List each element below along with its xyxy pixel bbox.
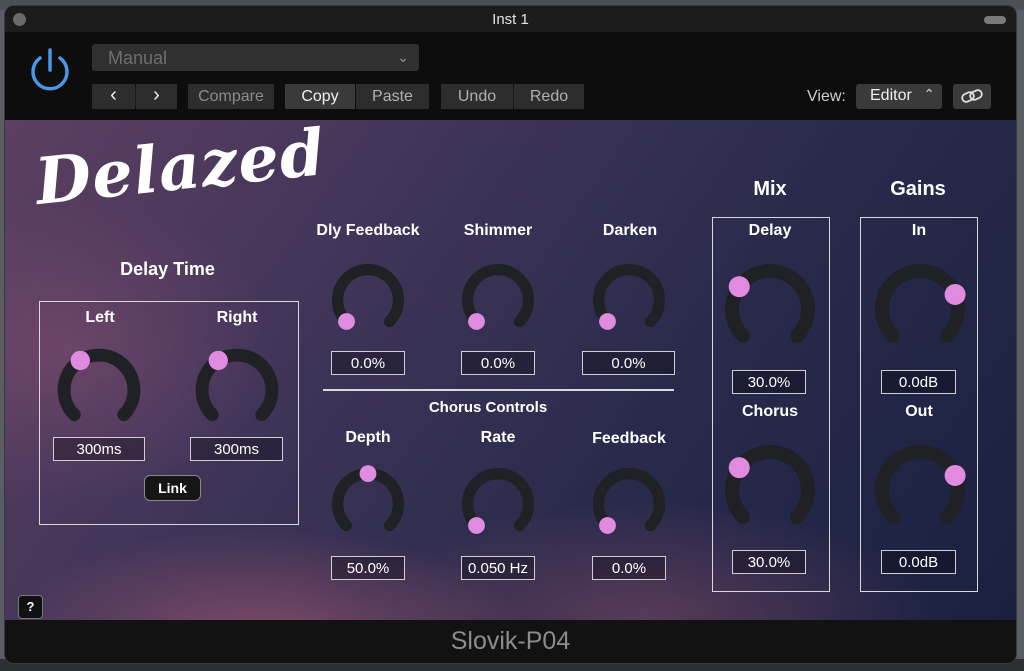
view-dropdown[interactable]: Editor ⌃ <box>856 84 942 109</box>
knob-graphic <box>875 264 966 343</box>
gains-title: Gains <box>890 178 946 200</box>
feedback-label: Feedback <box>592 430 666 447</box>
previous-preset-button[interactable]: ‹ <box>92 84 135 109</box>
knob-graphic <box>57 348 141 422</box>
knob-indicator <box>599 517 616 534</box>
depth-value[interactable]: 50.0% <box>331 556 405 580</box>
knob-graphic <box>593 468 665 534</box>
mix-chorus-knob[interactable] <box>720 440 820 545</box>
rate-label: Rate <box>480 429 516 446</box>
knob-track <box>875 445 965 524</box>
knob-indicator <box>944 283 966 305</box>
knob-indicator <box>728 276 750 298</box>
paste-button[interactable]: Paste <box>356 84 429 109</box>
footer-plugin-name: Slovik-P04 <box>5 620 1016 663</box>
compare-button[interactable]: Compare <box>188 84 274 109</box>
knob-graphic <box>725 264 815 343</box>
help-button[interactable]: ? <box>18 595 43 619</box>
shimmer-knob[interactable] <box>458 260 538 345</box>
plugin-logo: Delazed <box>31 120 329 220</box>
redo-button[interactable]: Redo <box>514 84 584 109</box>
delay-left-value[interactable]: 300ms <box>53 437 145 461</box>
darken-label: Darken <box>602 222 658 239</box>
knob-indicator <box>944 464 966 486</box>
depth-label: Depth <box>345 429 391 446</box>
darken-knob[interactable] <box>589 260 669 345</box>
knob-indicator <box>359 465 377 482</box>
link-button[interactable]: Link <box>144 475 201 501</box>
window-title: Inst 1 <box>492 11 529 28</box>
dly-feedback-value[interactable]: 0.0% <box>331 351 405 375</box>
link-toggle-button[interactable] <box>953 84 991 109</box>
gain-in-value[interactable]: 0.0dB <box>881 370 956 394</box>
chorus-controls-title: Chorus Controls <box>428 399 548 416</box>
knob-indicator <box>599 313 616 330</box>
mix-delay-value[interactable]: 30.0% <box>732 370 806 394</box>
power-icon <box>31 48 69 91</box>
knob-graphic <box>195 348 279 422</box>
knob-track <box>875 264 965 343</box>
delay-right-value[interactable]: 300ms <box>190 437 283 461</box>
section-divider <box>323 389 674 391</box>
rate-value[interactable]: 0.050 Hz <box>461 556 535 580</box>
knob-indicator <box>208 350 228 371</box>
knob-graphic <box>593 264 665 330</box>
darken-value[interactable]: 0.0% <box>582 351 675 375</box>
knob-graphic <box>332 465 404 532</box>
plugin-editor: Delazed Delay Time Left Right 300ms 300m… <box>5 120 1016 620</box>
window-resize-icon[interactable] <box>984 16 1006 24</box>
delay-left-knob[interactable] <box>53 344 145 441</box>
view-label: View: <box>807 88 846 105</box>
knob-graphic <box>462 264 534 330</box>
delay-right-label: Right <box>216 309 258 326</box>
dly-feedback-knob[interactable] <box>328 260 408 345</box>
knob-graphic <box>462 468 534 534</box>
knob-graphic <box>332 264 404 330</box>
link-icon <box>961 89 983 103</box>
gain-out-label: Out <box>905 403 933 420</box>
shimmer-value[interactable]: 0.0% <box>461 351 535 375</box>
mix-title: Mix <box>753 178 787 200</box>
dly-feedback-label: Dly Feedback <box>316 222 420 239</box>
gain-out-knob[interactable] <box>870 440 970 545</box>
delay-time-title: Delay Time <box>120 259 215 279</box>
mix-chorus-value[interactable]: 30.0% <box>732 550 806 574</box>
gain-out-value[interactable]: 0.0dB <box>881 550 956 574</box>
knob-indicator <box>468 517 485 534</box>
shimmer-label: Shimmer <box>463 222 533 239</box>
next-preset-button[interactable]: › <box>136 84 177 109</box>
feedback-knob[interactable] <box>589 464 669 549</box>
knob-indicator <box>468 313 485 330</box>
knob-graphic <box>725 445 815 524</box>
gain-in-knob[interactable] <box>870 259 970 364</box>
preset-dropdown[interactable]: Manual ⌄ <box>92 44 419 71</box>
gain-in-label: In <box>911 222 927 239</box>
title-bar[interactable]: Inst 1 <box>5 6 1016 32</box>
plugin-window: Inst 1 Manual ⌄ ‹ › Compare Copy Paste U… <box>5 6 1016 663</box>
feedback-value[interactable]: 0.0% <box>592 556 666 580</box>
preset-value: Manual <box>108 48 168 68</box>
chevron-updown-icon: ⌃ <box>923 86 935 102</box>
mix-delay-label: Delay <box>748 222 792 239</box>
undo-button[interactable]: Undo <box>441 84 513 109</box>
mix-chorus-label: Chorus <box>742 403 798 420</box>
knob-indicator <box>338 313 355 330</box>
view-value: Editor <box>870 87 912 104</box>
mix-delay-knob[interactable] <box>720 259 820 364</box>
copy-button[interactable]: Copy <box>285 84 355 109</box>
rate-knob[interactable] <box>458 464 538 549</box>
depth-knob[interactable] <box>328 464 408 549</box>
knob-indicator <box>728 457 750 479</box>
chevron-down-icon: ⌄ <box>397 49 409 65</box>
power-button[interactable] <box>25 46 75 96</box>
delay-right-knob[interactable] <box>191 344 283 441</box>
delay-left-label: Left <box>85 309 115 326</box>
knob-indicator <box>70 350 90 371</box>
knob-graphic <box>875 445 966 524</box>
